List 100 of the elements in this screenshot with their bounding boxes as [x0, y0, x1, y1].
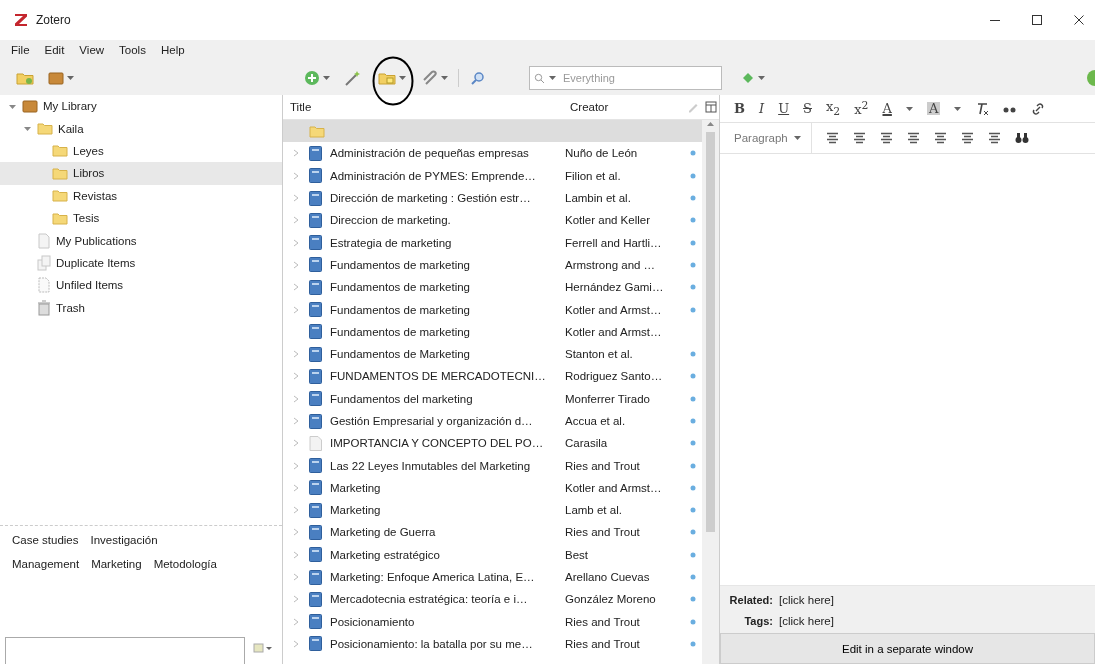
item-row[interactable]: Marketing de Guerra Ries and Trout [283, 521, 702, 544]
format-button[interactable]: I [759, 102, 765, 115]
numbered-list-icon[interactable] [933, 132, 947, 144]
library-icon[interactable] [48, 70, 64, 85]
item-row[interactable]: Marketing: Enfoque America Latina, E… Arellano Cuevas [283, 565, 702, 589]
collection-item[interactable]: Tesis [0, 206, 282, 230]
caret-icon[interactable] [67, 75, 74, 80]
pencil-icon[interactable] [687, 101, 699, 113]
note-icon[interactable] [378, 70, 396, 85]
menu-item[interactable]: Edit [43, 44, 66, 56]
collection-item[interactable]: My Library [0, 95, 282, 118]
collection-item[interactable]: Duplicate Items [0, 251, 282, 275]
item-row[interactable]: Dirección de marketing : Gestión estr… Lambin et al. [283, 186, 702, 210]
menu-item[interactable]: File [10, 44, 31, 56]
item-row[interactable]: Fundamentos de marketing Kotler and Armst… [283, 320, 702, 343]
item-row[interactable]: Posicionamiento Ries and Trout [283, 610, 702, 633]
item-row[interactable]: Gestión Empresarial y organización d… Accua et al. [283, 409, 702, 433]
menu-item[interactable]: Tools [118, 44, 147, 56]
format-button[interactable]: A [882, 102, 892, 115]
close-icon[interactable] [1073, 14, 1085, 26]
bullet-list-icon[interactable] [906, 132, 920, 144]
clear-format-icon[interactable] [975, 101, 990, 116]
collection-item[interactable]: Leyes [0, 139, 282, 163]
item-row[interactable]: Fundamentos del marketing Monferrer Tirado [283, 387, 702, 410]
link-icon[interactable] [1031, 101, 1046, 116]
format-button[interactable]: U [778, 102, 790, 115]
collection-item[interactable]: Unfiled Items [0, 274, 282, 297]
item-row[interactable]: Administración de pequeñas empresas Nuño de León [283, 142, 702, 165]
binoculars-icon[interactable] [1014, 132, 1029, 144]
tag-filter-field[interactable] [5, 636, 245, 664]
caret-icon[interactable] [954, 106, 962, 111]
menu-item[interactable]: Help [159, 44, 186, 56]
add-item-icon[interactable] [304, 69, 320, 86]
collection-item[interactable]: Trash [0, 296, 282, 319]
collection-item[interactable]: Revistas [0, 184, 282, 207]
item-row[interactable]: Fundamentos de marketing Kotler and Armst… [283, 298, 702, 321]
format-button[interactable]: A [926, 102, 941, 115]
format-button[interactable]: B [734, 102, 745, 115]
item-row[interactable]: FUNDAMENTOS DE MERCADOTECNI… Rodriguez Santo… [283, 365, 702, 388]
creator-cell-text: Ries and Trout [564, 459, 641, 472]
column-picker-icon[interactable] [705, 101, 717, 113]
collection-item[interactable]: My Publications [0, 229, 282, 252]
scroll-up-icon[interactable] [707, 122, 714, 126]
item-row[interactable]: Direccion de marketing. Kotler and Keller [283, 209, 702, 232]
item-row[interactable]: Marketing estratégico Best [283, 543, 702, 566]
item-row[interactable]: Fundamentos de Marketing Stanton et al. [283, 342, 702, 366]
caret-icon[interactable] [399, 75, 406, 80]
diamond-icon[interactable] [742, 71, 754, 84]
tag[interactable]: Metodología [153, 558, 217, 570]
tag[interactable]: Marketing [91, 558, 142, 570]
item-row[interactable]: Posicionamiento: la batalla por su me… Ries and Trout [283, 632, 702, 656]
collapse-arrow-icon[interactable] [23, 124, 32, 134]
caret-icon[interactable] [323, 75, 330, 80]
item-row[interactable]: Mercadotecnia estratégica: teoría e i… González Moreno [283, 588, 702, 611]
caret-icon[interactable] [549, 76, 556, 80]
item-row[interactable]: Marketing Kotler and Armst… [283, 476, 702, 500]
title-cell-text: Fundamentos de marketing [329, 325, 471, 338]
item-row[interactable]: IMPORTANCIA Y CONCEPTO DEL PO… Carasila [283, 432, 702, 455]
format-button[interactable]: S [803, 102, 812, 115]
align-right-icon[interactable] [879, 132, 893, 144]
column-header[interactable]: Title [283, 101, 559, 113]
scrollbar[interactable] [702, 120, 719, 664]
format-button[interactable]: x$^{2}$ [854, 100, 869, 117]
creator-cell-text: Rodriguez Santo… [564, 370, 664, 383]
maximize-icon[interactable] [1031, 14, 1043, 26]
item-row[interactable]: Estrategia de marketing Ferrell and Hartli… [283, 231, 702, 254]
sync-icon[interactable] [1086, 69, 1095, 86]
menu-item[interactable]: View [78, 44, 106, 56]
title-cell-text: Administración de pequeñas empresas [329, 147, 530, 160]
search-icon[interactable] [471, 70, 485, 85]
search-icon[interactable] [534, 72, 545, 84]
item-row[interactable]: Las 22 Leyes Inmutables del Marketing Ries and Trout [283, 454, 702, 477]
related-link[interactable]: [click here] [779, 594, 834, 606]
caret-icon[interactable] [758, 75, 765, 80]
item-row[interactable]: Fundamentos de marketing Hernández Gami… [283, 276, 702, 299]
indent-icon[interactable] [987, 132, 1001, 144]
caret-icon[interactable] [441, 75, 448, 80]
tag[interactable]: Investigación [90, 534, 158, 546]
paperclip-icon[interactable] [422, 69, 438, 86]
wand-icon[interactable] [344, 69, 362, 86]
item-row[interactable]: Administración de PYMES: Emprende… Filion et al. [283, 164, 702, 187]
column-header[interactable]: Creator [559, 101, 687, 113]
align-center-icon[interactable] [852, 132, 866, 144]
item-row[interactable]: Marketing Lamb et al. [283, 499, 702, 522]
format-button[interactable]: x$_{2}$ [826, 99, 841, 118]
item-row[interactable]: Fundamentos de marketing Armstrong and … [283, 253, 702, 277]
paragraph-dropdown[interactable]: Paragraph [734, 123, 812, 153]
tag-actions-icon[interactable] [253, 641, 273, 654]
collection-item[interactable]: Libros [0, 162, 282, 185]
search-field[interactable]: Everything [529, 65, 722, 90]
outdent-icon[interactable] [960, 132, 974, 144]
new-collection-icon[interactable] [16, 70, 34, 85]
collection-item[interactable]: Kaila [0, 117, 282, 140]
tags-link[interactable]: [click here] [779, 615, 834, 627]
edit-separate-window-button[interactable]: Edit in a separate window [720, 633, 1095, 664]
tag[interactable]: Management [12, 558, 80, 570]
align-left-icon[interactable] [825, 132, 839, 144]
caret-icon[interactable] [905, 106, 913, 111]
tag[interactable]: Case studies [12, 534, 79, 546]
item-row[interactable] [283, 120, 702, 143]
